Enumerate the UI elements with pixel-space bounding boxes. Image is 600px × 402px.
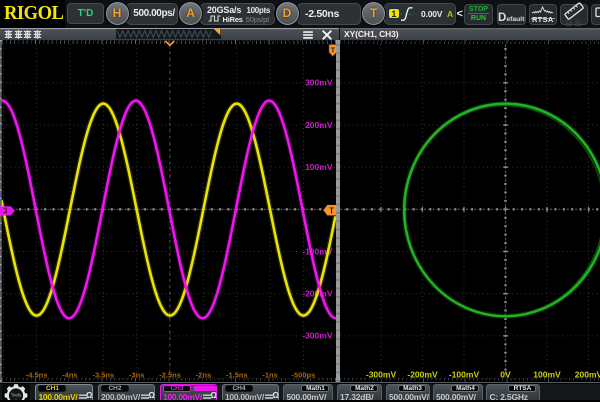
svg-text:-4ns: -4ns [62,370,77,379]
svg-text:-3ns: -3ns [129,370,144,379]
svg-text:-100mV: -100mV [449,369,480,379]
svg-text:-1.5ns: -1.5ns [226,370,248,379]
svg-text:0V: 0V [500,369,511,379]
svg-text:100mV: 100mV [533,369,561,379]
svg-text:-300mV: -300mV [302,331,333,341]
svg-text:-200mV: -200mV [407,369,438,379]
svg-text:200mV: 200mV [305,120,333,130]
svg-text:T: T [331,46,336,55]
svg-text:-3.5ns: -3.5ns [92,370,114,379]
svg-text:100mV: 100mV [305,162,333,172]
svg-text:300mV: 300mV [305,78,333,88]
svg-text:T: T [329,206,334,215]
svg-text:200mV: 200mV [575,369,600,379]
svg-text:3: 3 [3,207,8,216]
svg-text:-1ns: -1ns [262,370,277,379]
svg-text:-2.5ns: -2.5ns [159,370,181,379]
svg-text:-4.5ns: -4.5ns [26,370,48,379]
svg-text:-500ps: -500ps [292,370,316,379]
svg-text:-2ns: -2ns [196,370,211,379]
svg-text:-300mV: -300mV [366,369,397,379]
